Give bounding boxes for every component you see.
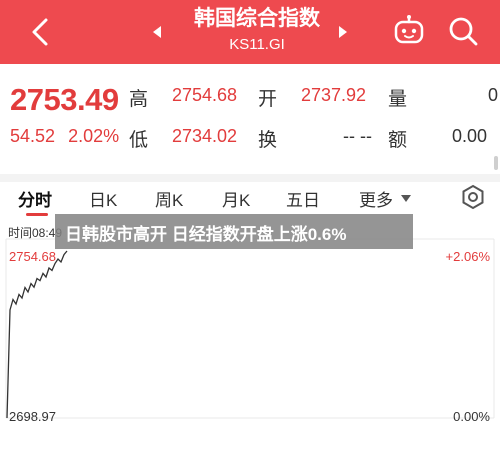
- search-button[interactable]: [446, 14, 480, 48]
- back-button[interactable]: [22, 12, 62, 52]
- quote-panel: 2753.49 54.52 2.02% 高 2754.68 开 2737.92 …: [0, 64, 500, 174]
- tab-daily-k[interactable]: 日K: [89, 186, 117, 211]
- volume-value: 0: [488, 85, 499, 105]
- change-absolute: 54.52: [10, 126, 56, 146]
- robot-icon: [394, 15, 424, 44]
- high-label: 高: [129, 89, 149, 110]
- open-value: 2737.92: [301, 85, 367, 105]
- high-value: 2754.68: [172, 85, 238, 105]
- settings-icon: [462, 184, 484, 210]
- current-price: 2753.49: [10, 82, 119, 117]
- stock-quote-page: 韩国综合指数 KS11.GI 2753.49 54.52 2.02% 高 275…: [0, 0, 500, 465]
- tab-monthly-k[interactable]: 月K: [222, 186, 250, 211]
- volume-label: 量: [388, 89, 408, 110]
- chart-settings-button[interactable]: [460, 184, 486, 210]
- scroll-indicator: [494, 156, 498, 170]
- price-change: 54.52 2.02%: [10, 126, 119, 147]
- tab-more[interactable]: 更多: [359, 186, 393, 211]
- assistant-button[interactable]: [392, 14, 426, 48]
- news-headline-text: 日韩股市高开 日经指数开盘上涨0.6%: [65, 225, 347, 244]
- tab-intraday[interactable]: 分时: [18, 186, 52, 211]
- turnover-value: -- --: [343, 126, 372, 146]
- tab-weekly-k[interactable]: 周K: [155, 186, 183, 211]
- low-label: 低: [129, 130, 149, 151]
- chevron-left-icon: [32, 18, 48, 46]
- title-block: 韩国综合指数 KS11.GI: [150, 5, 364, 61]
- amount-label: 额: [388, 130, 408, 151]
- low-value: 2734.02: [172, 126, 238, 146]
- tab-five-day[interactable]: 五日: [286, 186, 320, 211]
- stock-code: KS11.GI: [229, 36, 285, 53]
- change-percent: 2.02%: [68, 126, 120, 146]
- news-headline-banner[interactable]: 日韩股市高开 日经指数开盘上涨0.6%: [55, 214, 413, 249]
- next-stock-arrow-icon[interactable]: [336, 24, 350, 40]
- crosshair-time-label: 时间08:49: [8, 226, 63, 240]
- chart-period-tabs: 分时 日K 周K 月K 五日 更多: [0, 182, 500, 218]
- page-title: 韩国综合指数: [194, 7, 320, 30]
- search-icon: [449, 17, 478, 46]
- y-axis-bottom-price: 2698.97: [9, 409, 56, 424]
- caret-down-icon[interactable]: [401, 195, 411, 203]
- chart-canvas: [5, 238, 495, 419]
- y-axis-bottom-percent: 0.00%: [453, 409, 490, 424]
- y-axis-top-price: 2754.68: [9, 249, 56, 264]
- section-divider: [0, 174, 500, 182]
- active-tab-indicator: [26, 213, 48, 216]
- turnover-label: 换: [258, 130, 278, 151]
- amount-value: 0.00: [452, 126, 488, 146]
- open-label: 开: [258, 89, 278, 110]
- y-axis-top-percent: +2.06%: [445, 249, 490, 264]
- price-line: [6, 250, 68, 419]
- app-header: 韩国综合指数 KS11.GI: [0, 0, 500, 64]
- intraday-chart[interactable]: 时间08:49 2754.68 +2.06% 2698.97 0.00%: [0, 218, 500, 465]
